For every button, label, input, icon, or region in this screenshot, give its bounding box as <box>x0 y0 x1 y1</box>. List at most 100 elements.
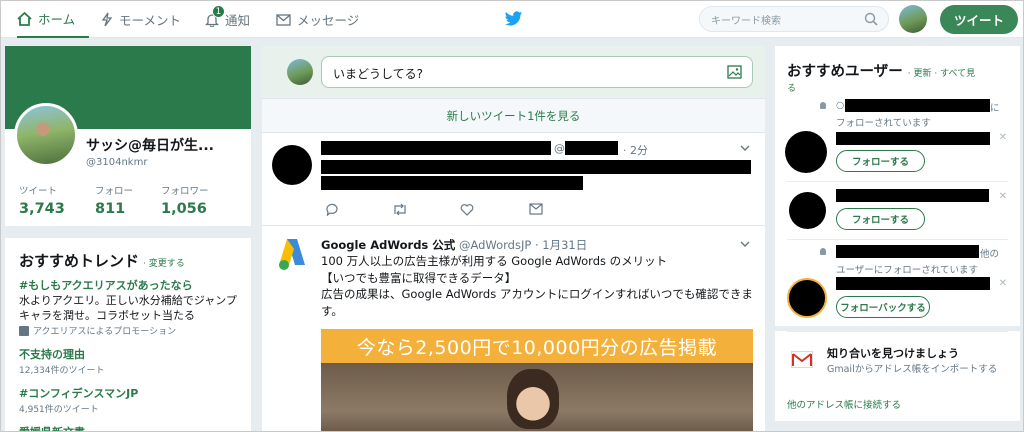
search-icon[interactable] <box>864 12 878 26</box>
google-adwords-logo-icon[interactable] <box>277 237 307 271</box>
close-icon[interactable]: ✕ <box>999 191 1007 202</box>
divider <box>787 331 1008 332</box>
who-to-follow-refresh-cont[interactable]: る <box>787 81 796 94</box>
trends-header: おすすめトレンド · 変更する <box>19 250 251 271</box>
profile-name[interactable]: サッシ@毎日が生... <box>86 135 214 155</box>
find-friends-title: 知り合いを見つけましょう <box>827 347 959 360</box>
trends-title: おすすめトレンド <box>19 252 140 270</box>
promoted-tweet[interactable]: Google AdWords 公式 @AdWordsJP · 1月31日 100… <box>262 227 765 431</box>
ad-date: · 1月31日 <box>534 238 588 252</box>
who-to-follow-card: おすすめユーザー · 更新 · すべて見 る ○ に フォローされています ✕ … <box>775 46 1020 326</box>
nav-notifications[interactable]: 通知 <box>205 1 250 38</box>
redacted-text <box>321 176 583 190</box>
nav-messages-label: メッセージ <box>297 13 360 28</box>
who-to-follow-refresh[interactable]: · 更新 · すべて見 <box>908 69 975 79</box>
tweet-avatar[interactable] <box>272 145 312 185</box>
person-icon <box>820 248 826 255</box>
stat-label: ツイート <box>19 186 58 197</box>
nav-home-label: ホーム <box>38 12 76 27</box>
redacted-name <box>845 99 990 112</box>
user-avatar[interactable] <box>787 278 827 318</box>
nav-home[interactable]: ホーム <box>17 1 89 38</box>
trend-item-title[interactable]: 不支持の理由 <box>19 346 251 362</box>
profile-handle[interactable]: @3104nkmr <box>86 157 147 168</box>
nav-messages[interactable]: メッセージ <box>276 1 359 38</box>
ad-text-line: 100 万人以上の広告主様が利用する Google AdWords のメリット <box>321 254 668 268</box>
redacted-text <box>321 160 751 174</box>
compose-avatar <box>287 59 313 85</box>
search-input[interactable]: キーワード検索 <box>699 6 889 32</box>
who-to-follow-title: おすすめユーザー <box>787 64 903 80</box>
trend-item-title[interactable]: #コンフィデンスマンJP <box>19 385 251 401</box>
tweet-at: @ <box>554 142 565 155</box>
tweet[interactable]: @ · 2分 <box>262 133 765 226</box>
redacted-name <box>321 141 551 155</box>
nav-moments[interactable]: モーメント <box>101 1 181 38</box>
timeline: @ · 2分 Google AdWords 公式 @AdWordsJP · 1月… <box>262 133 765 431</box>
stat-following[interactable]: フォロー 811 <box>95 183 133 217</box>
follow-context: に <box>990 103 1000 114</box>
other-address-book-link[interactable]: 他のアドレス帳に接続する <box>787 397 901 411</box>
redacted-name <box>836 245 979 258</box>
ad-text-line: 【いつでも豊富に取得できるデータ】 <box>321 270 517 285</box>
follow-button[interactable]: フォローする <box>836 150 925 172</box>
trend-item-count: 12,334件のツイート <box>19 366 105 376</box>
follow-context: 他の <box>980 249 1000 260</box>
redacted-name <box>836 277 990 290</box>
stat-value: 811 <box>95 201 126 217</box>
user-avatar[interactable] <box>785 131 827 173</box>
profile-card: サッシ@毎日が生... @3104nkmr ツイート 3,743 フォロー 81… <box>5 46 251 226</box>
gmail-import-link[interactable]: Gmailからアドレス帳をインポートする <box>827 361 997 375</box>
user-avatar[interactable] <box>789 192 826 229</box>
reply-icon[interactable] <box>325 203 339 216</box>
trends-change-link[interactable]: · 変更する <box>143 259 185 269</box>
profile-avatar[interactable] <box>14 103 78 167</box>
image-icon[interactable] <box>727 65 742 79</box>
account-avatar[interactable] <box>899 5 927 33</box>
ad-photo-person <box>507 369 559 429</box>
close-icon[interactable]: ✕ <box>999 132 1007 143</box>
ad-text-line: 広告の成果は、Google AdWords アカウントにログインすればいつでも確… <box>321 287 753 318</box>
twitter-bird-logo <box>504 11 523 26</box>
divider <box>787 181 1008 182</box>
stat-value: 1,056 <box>161 201 207 217</box>
envelope-icon <box>276 13 291 26</box>
trend-promotion: アクエリアスによるプロモーション <box>19 324 251 337</box>
divider <box>787 239 1008 240</box>
redacted-name <box>836 189 989 202</box>
tweet-button[interactable]: ツイート <box>940 5 1018 34</box>
envelope-icon[interactable] <box>529 203 543 215</box>
ad-author[interactable]: Google AdWords 公式 @AdWordsJP · 1月31日 <box>321 237 587 253</box>
compose-placeholder: いまどうしてる? <box>333 67 424 81</box>
follow-back-button[interactable]: フォローバックする <box>836 296 930 318</box>
nav-notifications-label: 通知 <box>225 13 251 28</box>
heart-icon[interactable] <box>460 203 474 216</box>
nav-moments-label: モーメント <box>119 13 182 28</box>
ad-banner-text: 今なら2,500円で10,000円分の広告掲載 <box>321 329 753 363</box>
compose-input[interactable]: いまどうしてる? <box>321 56 753 88</box>
stat-tweets[interactable]: ツイート 3,743 <box>19 183 65 217</box>
trend-item-title[interactable]: 愛媛県新文書 <box>19 424 251 431</box>
twitter-home-page: ホーム モーメント 通知 1 メッセージ キーワード検索 ツイート サッシ@毎日… <box>0 0 1024 432</box>
redacted-name <box>836 132 990 145</box>
follow-context: フォローされています <box>836 118 931 129</box>
trend-item-title[interactable]: #もしもアクエリアスがあったなら <box>19 277 251 293</box>
follow-context: ユーザーにフォローされています <box>836 265 979 276</box>
new-tweets-bar[interactable]: 新しいツイート1件を見る <box>262 98 765 133</box>
ad-image[interactable]: 今なら2,500円で10,000円分の広告掲載 <box>321 329 753 431</box>
ad-author-name: Google AdWords 公式 <box>321 238 456 252</box>
top-navigation: ホーム モーメント 通知 1 メッセージ キーワード検索 ツイート <box>1 1 1023 38</box>
tweet-time[interactable]: · 2分 <box>623 142 648 158</box>
gmail-icon[interactable] <box>791 351 813 368</box>
stat-followers[interactable]: フォロワー 1,056 <box>161 183 209 217</box>
lightning-icon <box>101 12 113 27</box>
chevron-down-icon[interactable] <box>740 241 750 247</box>
follow-button[interactable]: フォローする <box>836 208 925 230</box>
follow-context: ○ <box>836 100 845 111</box>
trend-item-description: 水よりアクエリ。正しい水分補給でジャンプキャラを潤せ。コラボセット当たる <box>19 294 237 322</box>
close-icon[interactable]: ✕ <box>999 278 1007 289</box>
retweet-icon[interactable] <box>392 203 408 216</box>
trends-card: おすすめトレンド · 変更する #もしもアクエリアスがあったなら 水よりアクエリ。… <box>5 238 251 431</box>
chevron-down-icon[interactable] <box>740 145 750 151</box>
ad-text: 100 万人以上の広告主様が利用する Google AdWords のメリット … <box>321 253 753 319</box>
